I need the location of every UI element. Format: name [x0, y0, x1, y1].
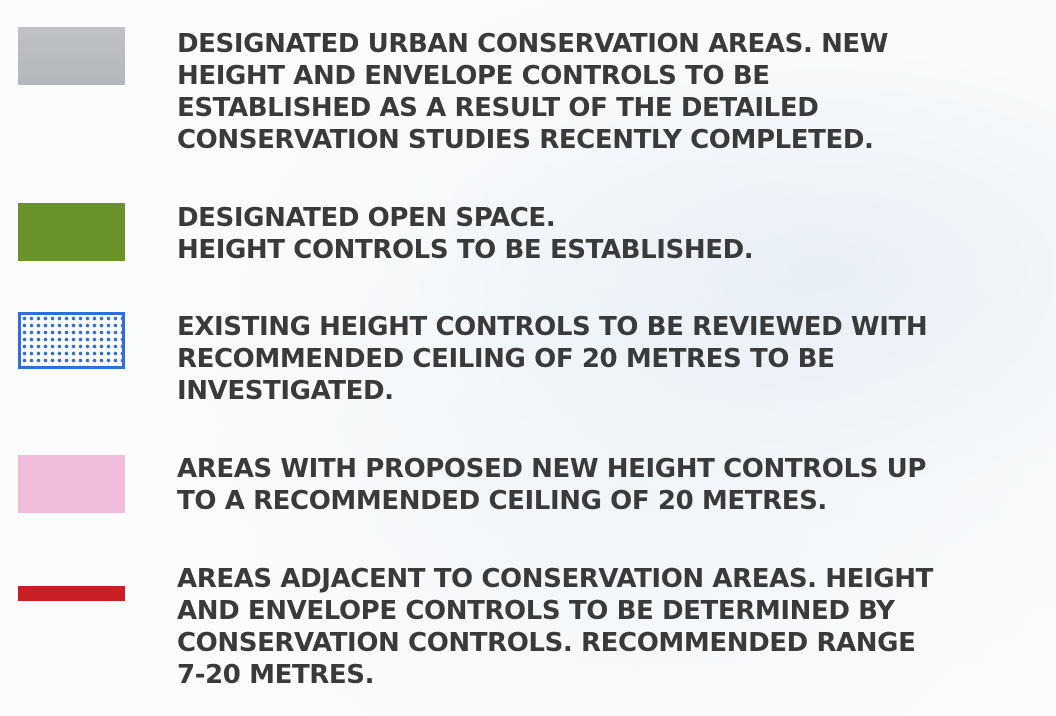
- grey-swatch: [18, 27, 125, 85]
- legend-label-urban-conservation: DESIGNATED URBAN CONSERVATION AREAS. NEW…: [177, 29, 889, 155]
- map-legend: DESIGNATED URBAN CONSERVATION AREAS. NEW…: [0, 0, 1056, 716]
- legend-label-existing-height-controls: EXISTING HEIGHT CONTROLS TO BE REVIEWED …: [177, 312, 928, 406]
- legend-label-proposed-height-controls: AREAS WITH PROPOSED NEW HEIGHT CONTROLS …: [177, 454, 927, 516]
- legend-label-open-space: DESIGNATED OPEN SPACE. HEIGHT CONTROLS T…: [177, 203, 754, 265]
- pink-swatch: [18, 455, 125, 513]
- red-line-swatch: [18, 586, 125, 601]
- blue-dotted-swatch: [18, 312, 125, 369]
- green-swatch: [18, 203, 125, 261]
- legend-label-adjacent-areas: AREAS ADJACENT TO CONSERVATION AREAS. HE…: [177, 564, 933, 690]
